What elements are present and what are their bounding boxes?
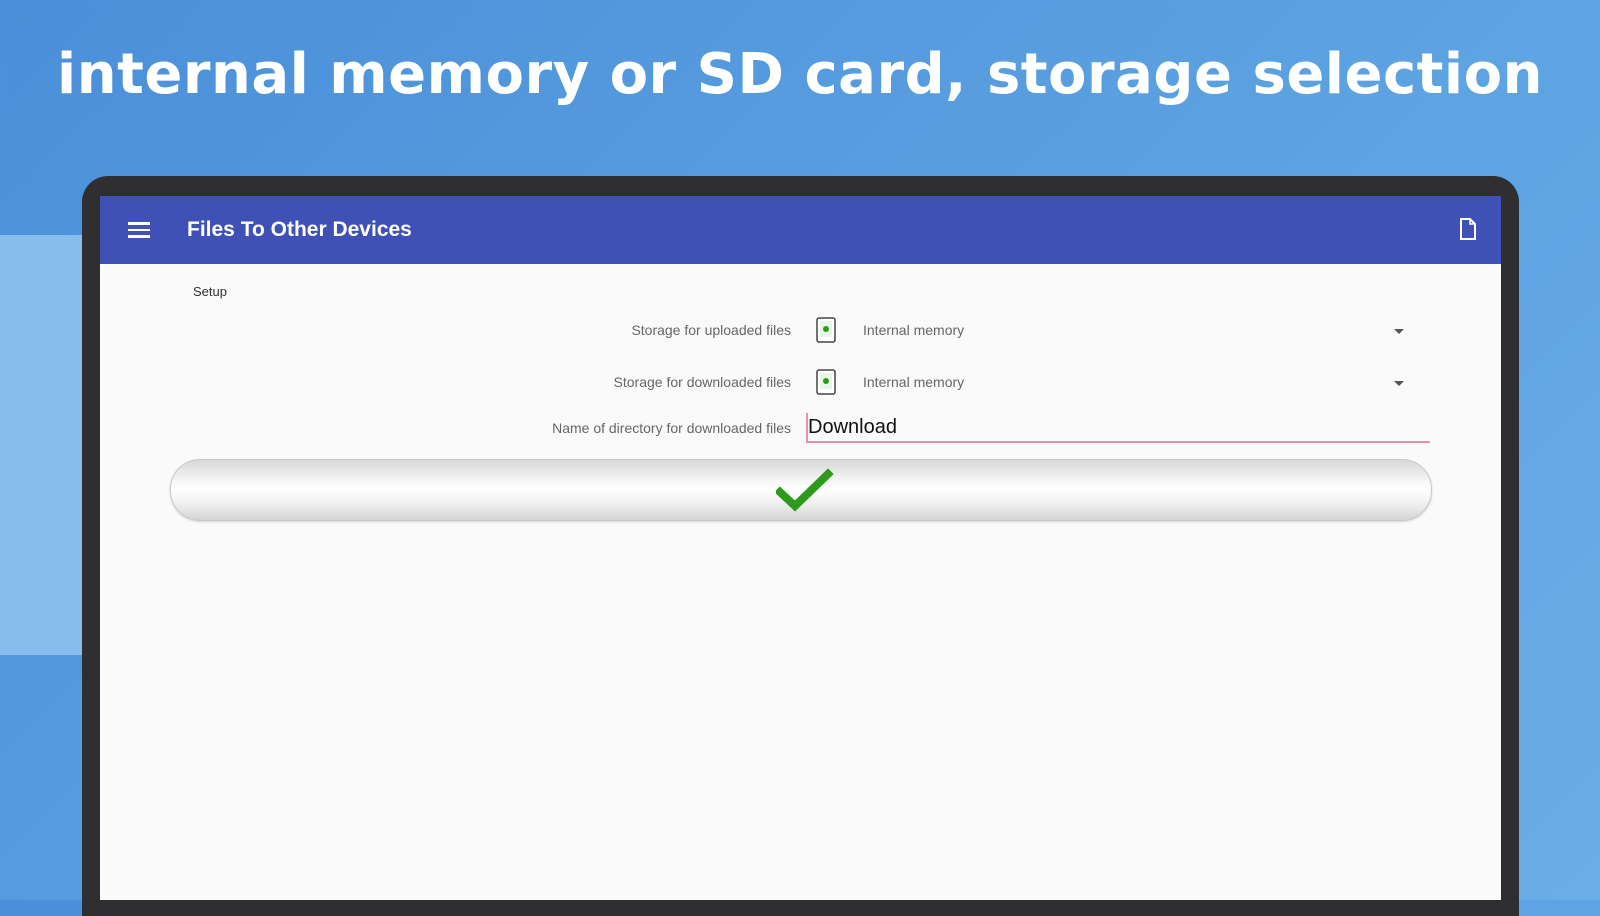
promo-headline: internal memory or SD card, storage sele…: [57, 42, 1543, 107]
download-storage-select[interactable]: Internal memory: [863, 374, 964, 390]
background-panel: [0, 235, 82, 655]
file-icon[interactable]: [1459, 218, 1477, 240]
chevron-down-icon[interactable]: [1394, 381, 1404, 386]
chevron-down-icon[interactable]: [1394, 329, 1404, 334]
confirm-button[interactable]: [170, 459, 1432, 521]
directory-name-input[interactable]: [806, 413, 1430, 443]
app-screen: Files To Other Devices Setup Storage for…: [100, 196, 1501, 900]
download-storage-label: Storage for downloaded files: [613, 374, 791, 390]
hamburger-menu-icon[interactable]: [128, 222, 150, 238]
app-title: Files To Other Devices: [187, 218, 412, 241]
download-storage-row: Storage for downloaded files Internal me…: [100, 362, 1501, 402]
app-bar: Files To Other Devices: [100, 196, 1501, 264]
upload-storage-label: Storage for uploaded files: [631, 322, 791, 338]
upload-storage-row: Storage for uploaded files Internal memo…: [100, 310, 1501, 350]
section-label-setup: Setup: [193, 284, 227, 299]
phone-storage-icon: [816, 317, 836, 343]
directory-label: Name of directory for downloaded files: [552, 420, 791, 436]
upload-storage-select[interactable]: Internal memory: [863, 322, 964, 338]
phone-storage-icon: [816, 369, 836, 395]
checkmark-icon: [774, 468, 834, 512]
